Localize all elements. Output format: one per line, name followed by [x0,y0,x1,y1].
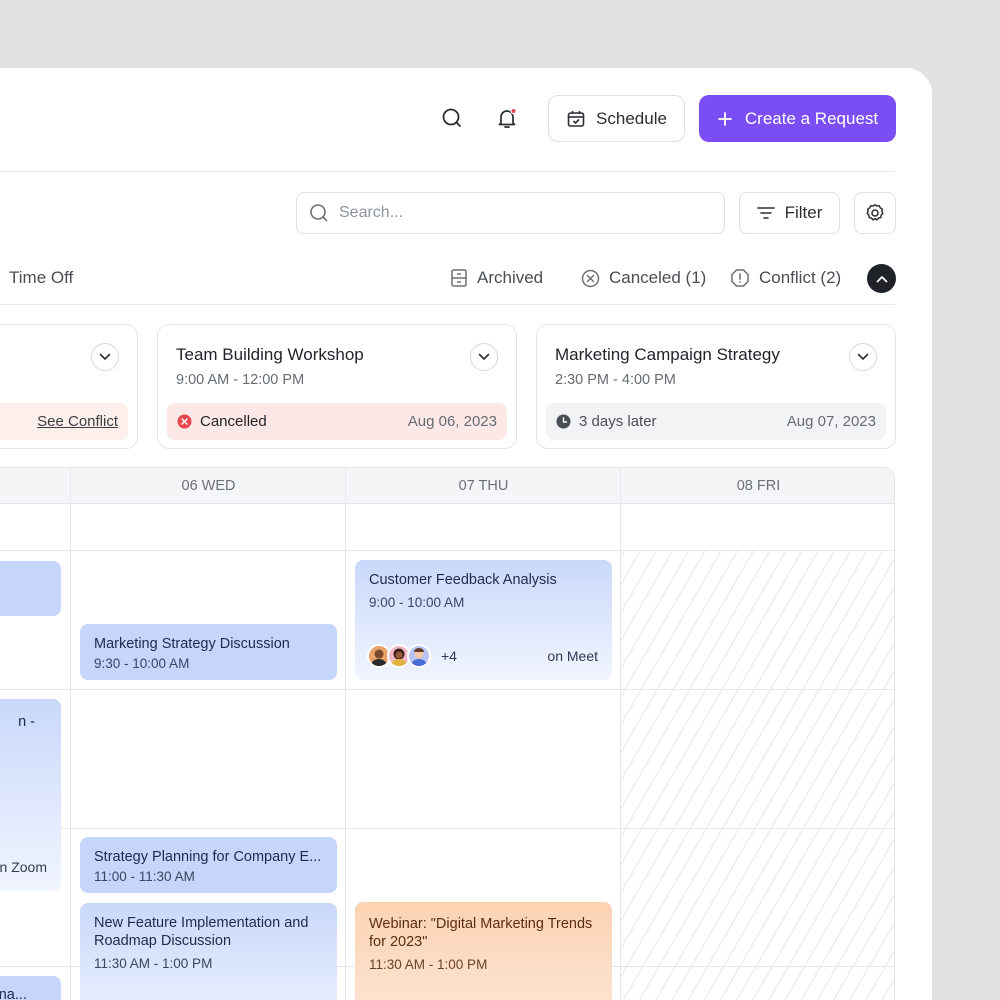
calendar-event[interactable]: n - s n Zoom [0,699,61,891]
calendar-grid: 06 WED 07 THU 08 FRI n - s n Zoom - Ana.… [0,467,895,1000]
status-badge: Cancelled [200,413,267,430]
calendar-event[interactable]: Webinar: "Digital Marketing Trends for 2… [355,902,612,1000]
x-circle-icon [581,269,600,287]
request-card-conflict[interactable]: See Conflict [0,324,138,449]
expand-card-button[interactable] [470,343,498,371]
day-label-fri: 08 FRI [736,478,781,494]
search-field[interactable] [296,192,725,234]
expand-card-button[interactable] [91,343,119,371]
filter-button[interactable]: Filter [739,192,840,234]
card-title: Marketing Campaign Strategy [555,345,780,364]
clock-icon [556,414,571,429]
chevron-down-icon [99,353,111,360]
event-title: - Ana... [0,987,27,1000]
archive-icon [451,269,467,287]
search-input[interactable] [339,204,699,222]
day-label-wed: 06 WED [181,478,236,494]
chevron-up-icon [876,275,887,282]
calendar-check-icon [567,110,585,127]
event-title: New Feature Implementation and Roadmap D… [94,915,309,949]
more-attendees-count: +4 [441,648,457,664]
card-time: 2:30 PM - 4:00 PM [555,372,676,388]
tab-archived-label: Archived [477,268,544,287]
tab-time-off-label: Time Off [9,268,74,287]
grid-line [0,550,894,551]
day-label-thu: 07 THU [458,478,509,494]
event-location: n Zoom [0,859,47,875]
tab-archived[interactable]: Archived [450,265,543,291]
x-circle-filled-icon [177,414,192,429]
card-footer: See Conflict [0,403,128,440]
see-conflict-link[interactable]: See Conflict [37,413,118,430]
card-footer: 3 days later Aug 07, 2023 [546,403,886,440]
schedule-button-label: Schedule [596,108,667,128]
calendar-event[interactable]: New Feature Implementation and Roadmap D… [80,903,337,1000]
event-time: 11:30 AM - 1:00 PM [94,956,213,971]
event-title: Strategy Planning for Company E... [94,849,322,865]
grid-line [345,468,346,1000]
calendar-event[interactable]: Customer Feedback Analysis 9:00 - 10:00 … [355,560,612,680]
status-badge: 3 days later [579,413,657,430]
gear-icon [866,204,884,221]
expand-card-button[interactable] [849,343,877,371]
request-card-marketing-campaign[interactable]: Marketing Campaign Strategy 2:30 PM - 4:… [536,324,896,449]
avatar [407,644,431,668]
schedule-button[interactable]: Schedule [548,95,685,142]
event-title: Customer Feedback Analysis [369,572,557,588]
calendar-event[interactable] [0,561,61,616]
create-request-button[interactable]: Create a Request [699,95,896,142]
card-date: Aug 07, 2023 [786,413,876,430]
grid-line [620,468,621,1000]
search-icon [310,204,328,222]
tab-canceled[interactable]: Canceled (1) [581,265,706,291]
calendar-event[interactable]: - Ana... [0,976,61,1000]
card-title: Team Building Workshop [176,345,364,364]
attendee-avatars[interactable]: +4 [367,644,457,668]
chevron-down-icon [857,353,869,360]
calendar-event[interactable]: Marketing Strategy Discussion 9:30 - 10:… [80,624,337,680]
event-time: 11:00 - 11:30 AM [94,869,195,884]
plus-icon [717,111,732,126]
card-time: 9:00 AM - 12:00 PM [176,372,305,388]
event-location: on Meet [547,648,598,664]
card-date: Aug 06, 2023 [407,413,497,430]
notification-bell-icon[interactable] [493,104,521,132]
calendar-event[interactable]: Strategy Planning for Company E... 11:00… [80,837,337,893]
request-card-team-building[interactable]: Team Building Workshop 9:00 AM - 12:00 P… [157,324,517,449]
tab-conflict-label: Conflict (2) [759,268,842,287]
tab-canceled-label: Canceled (1) [609,268,707,287]
event-time: 9:30 - 10:00 AM [94,656,190,671]
search-icon[interactable] [438,104,466,132]
event-time: 11:30 AM - 1:00 PM [369,957,488,972]
chevron-down-icon [478,353,490,360]
grid-line [0,828,894,829]
card-footer: Cancelled Aug 06, 2023 [167,403,507,440]
filter-label: Filter [784,203,823,222]
filter-icon [756,207,775,219]
event-title: n - [18,714,35,730]
collapse-button[interactable] [867,264,896,293]
event-time: 9:00 - 10:00 AM [369,595,465,610]
event-title: Marketing Strategy Discussion [94,636,290,652]
header-divider [0,171,895,172]
tab-time-off[interactable]: Time Off [0,265,73,291]
alert-octagon-icon [731,269,749,287]
event-title: Webinar: "Digital Marketing Trends for 2… [369,916,593,950]
tab-conflict[interactable]: Conflict (2) [730,265,841,291]
create-request-label: Create a Request [744,108,879,128]
unavailable-hatch [621,551,894,1000]
settings-button[interactable] [854,192,896,234]
grid-line [70,468,71,1000]
grid-line [0,689,894,690]
status-divider [0,304,895,305]
